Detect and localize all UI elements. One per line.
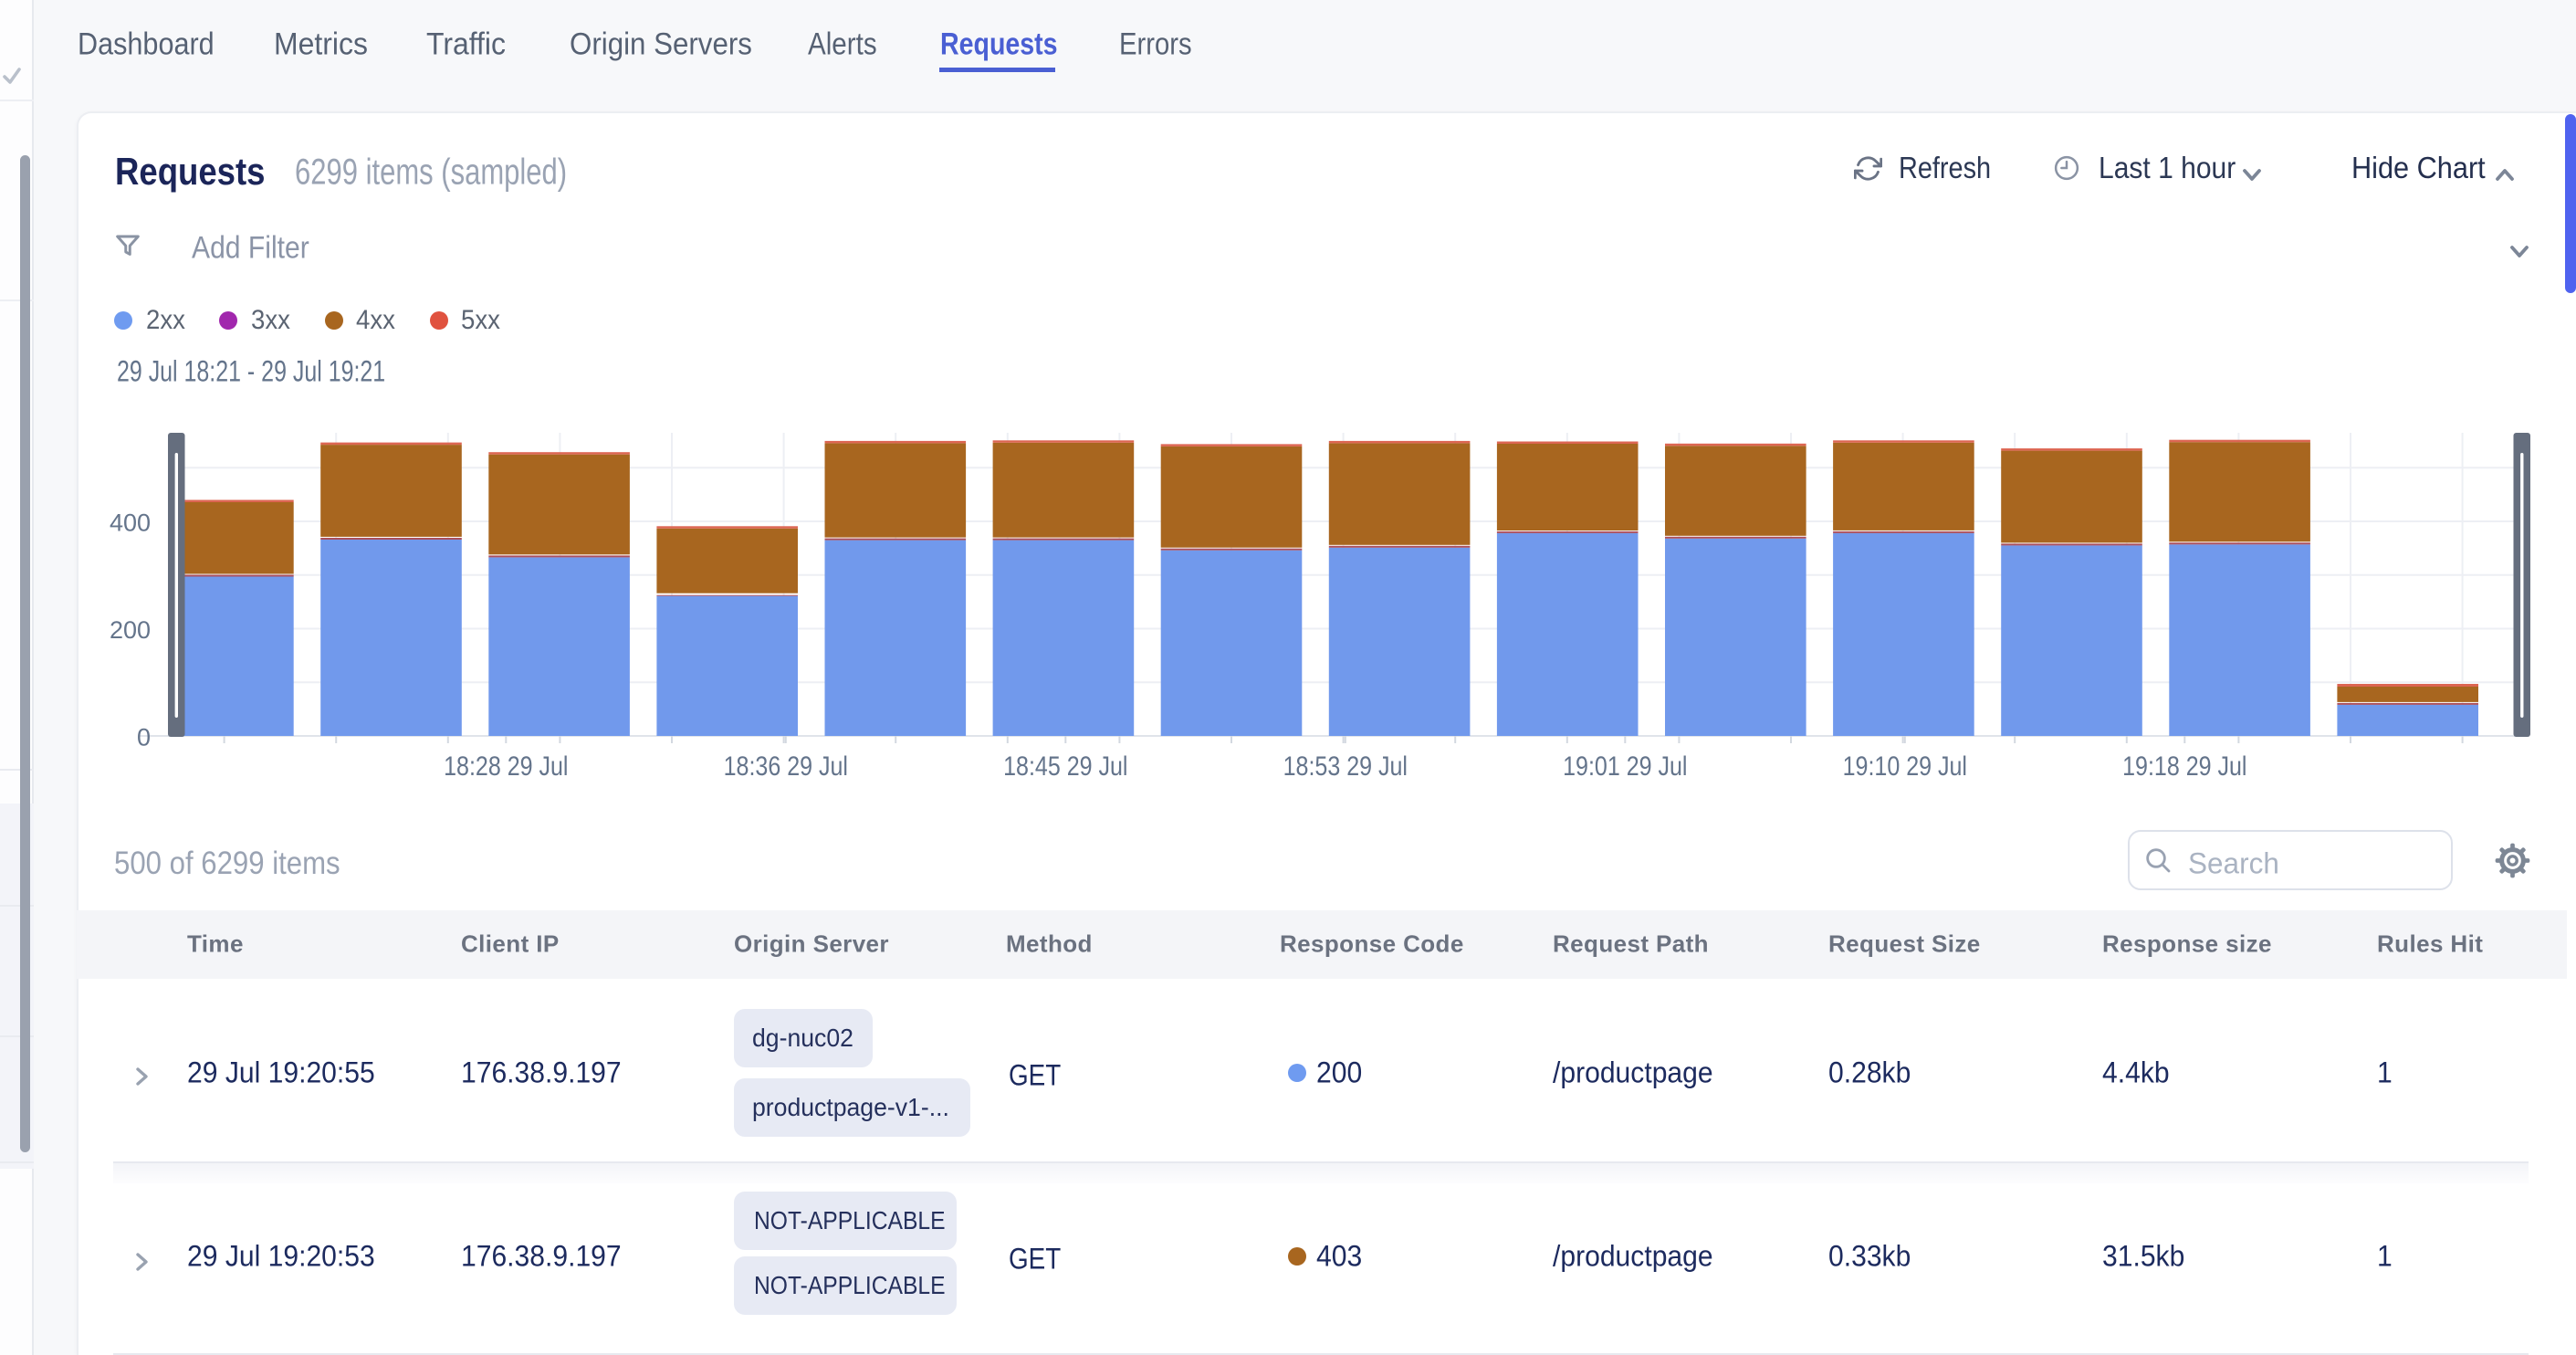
svg-text:0: 0 [137,724,151,751]
svg-text:18:53 29 Jul: 18:53 29 Jul [1283,751,1408,782]
svg-text:18:45 29 Jul: 18:45 29 Jul [1003,751,1127,782]
svg-text:19:18 29 Jul: 19:18 29 Jul [2122,751,2246,782]
svg-text:18:36 29 Jul: 18:36 29 Jul [724,751,848,782]
svg-text:18:28 29 Jul: 18:28 29 Jul [444,751,568,782]
svg-text:200: 200 [110,616,151,644]
svg-text:400: 400 [110,509,151,537]
svg-text:19:10 29 Jul: 19:10 29 Jul [1843,751,1967,782]
svg-text:19:01 29 Jul: 19:01 29 Jul [1563,751,1687,782]
